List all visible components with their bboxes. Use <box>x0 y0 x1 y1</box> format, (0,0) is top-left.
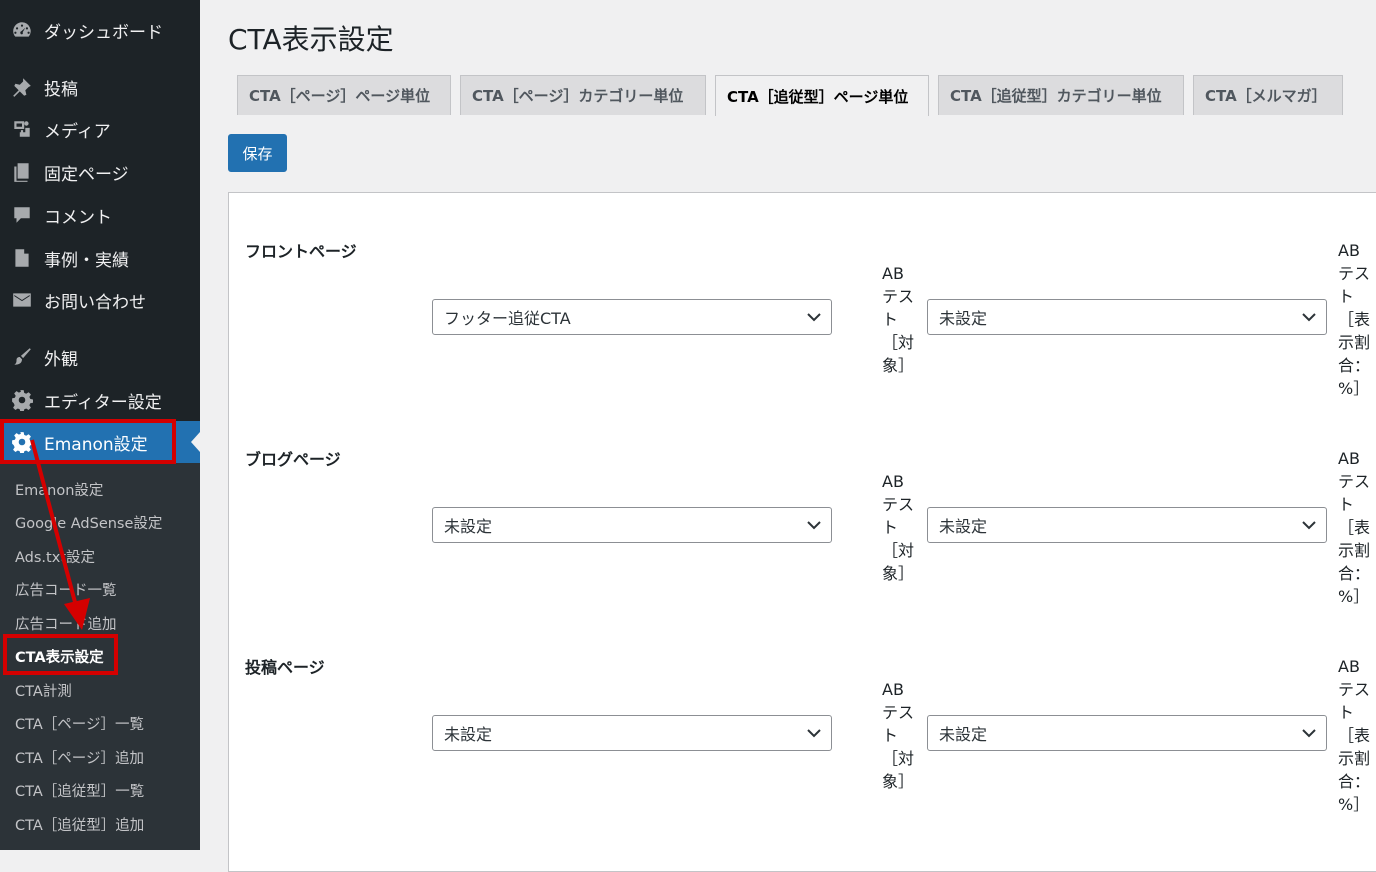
ab-ratio-label: ABテスト［表示割合：%］ <box>1338 657 1371 814</box>
ab-test-select-post-page[interactable]: 未設定 <box>927 715 1327 751</box>
menu-label: Emanon設定 <box>44 434 148 455</box>
submenu-item-cta-display[interactable]: CTA表示設定 <box>15 646 104 667</box>
ab-test-select-blog-page[interactable]: 未設定 <box>927 507 1327 543</box>
paintbrush-icon <box>10 345 34 369</box>
select-value: フッター追従CTA <box>444 309 571 328</box>
select-value: 未設定 <box>444 725 493 744</box>
menu-item-editor-settings[interactable]: エディター設定 <box>0 380 200 420</box>
menu-item-works[interactable]: 事例・実績 <box>0 238 200 278</box>
submenu-item-ad-code-list[interactable]: 広告コード一覧 <box>15 579 117 600</box>
submenu-item-emanon-settings[interactable]: Emanon設定 <box>15 479 103 500</box>
ab-target-label: ABテスト［対象］ <box>882 680 915 791</box>
ab-target-label: ABテスト［対象］ <box>882 264 915 375</box>
menu-item-media[interactable]: メディア <box>0 109 200 149</box>
chevron-down-icon <box>807 729 821 738</box>
chevron-down-icon <box>807 313 821 322</box>
menu-item-pages[interactable]: 固定ページ <box>0 152 200 192</box>
gear-icon <box>10 430 34 454</box>
tab-cta-newsletter[interactable]: CTA［メルマガ］ <box>1193 75 1343 115</box>
select-value: 未設定 <box>939 309 988 328</box>
menu-label: エディター設定 <box>44 392 162 413</box>
menu-label: 投稿 <box>44 79 78 100</box>
chevron-down-icon <box>1302 313 1316 322</box>
menu-item-contact[interactable]: お問い合わせ <box>0 280 200 320</box>
select-value: 未設定 <box>444 517 493 536</box>
menu-label: お問い合わせ <box>44 292 146 313</box>
submenu-item-cta-measure[interactable]: CTA計測 <box>15 680 72 701</box>
menu-label: コメント <box>44 207 112 228</box>
select-value: 未設定 <box>939 517 988 536</box>
cta-target-select-blog-page[interactable]: 未設定 <box>432 507 832 543</box>
submenu-item-adstxt[interactable]: Ads.txt設定 <box>15 546 95 567</box>
tab-cta-page-by-page[interactable]: CTA［ページ］ページ単位 <box>237 75 451 115</box>
row-label-blog-page: ブログページ <box>245 450 341 469</box>
pushpin-icon <box>10 75 34 99</box>
chevron-down-icon <box>1302 521 1316 530</box>
gear-icon <box>10 388 34 412</box>
active-indicator <box>191 432 200 452</box>
menu-label: メディア <box>44 121 111 142</box>
menu-item-appearance[interactable]: 外観 <box>0 337 200 377</box>
menu-label: ダッシュボード <box>44 22 163 43</box>
row-label-front-page: フロントページ <box>245 242 357 261</box>
envelope-icon <box>10 288 34 312</box>
menu-item-emanon-settings[interactable]: Emanon設定 <box>0 421 200 463</box>
ab-ratio-label: ABテスト［表示割合：%］ <box>1338 449 1371 606</box>
menu-item-dashboard[interactable]: ダッシュボード <box>0 10 200 50</box>
menu-label: 事例・実績 <box>44 250 129 271</box>
tab-cta-follow-by-page[interactable]: CTA［追従型］ページ単位 <box>715 75 929 116</box>
tab-cta-page-by-category[interactable]: CTA［ページ］カテゴリー単位 <box>460 75 706 115</box>
pages-icon <box>10 160 34 184</box>
submenu-item-ad-code-add[interactable]: 広告コード追加 <box>15 613 117 634</box>
submenu-item-cta-page-list[interactable]: CTA［ページ］一覧 <box>15 713 144 734</box>
ab-test-select-front-page[interactable]: 未設定 <box>927 299 1327 335</box>
chevron-down-icon <box>807 521 821 530</box>
save-button[interactable]: 保存 <box>228 134 287 172</box>
select-value: 未設定 <box>939 725 988 744</box>
ab-target-label: ABテスト［対象］ <box>882 472 915 583</box>
row-label-post-page: 投稿ページ <box>245 658 325 677</box>
menu-item-posts[interactable]: 投稿 <box>0 67 200 107</box>
media-icon <box>10 117 34 141</box>
submenu-item-cta-follow-list[interactable]: CTA［追従型］一覧 <box>15 780 144 801</box>
emanon-submenu: Emanon設定 Google AdSense設定 Ads.txt設定 広告コー… <box>0 463 200 850</box>
cta-target-select-front-page[interactable]: フッター追従CTA <box>432 299 832 335</box>
menu-item-comments[interactable]: コメント <box>0 195 200 235</box>
document-icon <box>10 246 34 270</box>
cta-target-select-post-page[interactable]: 未設定 <box>432 715 832 751</box>
page-title: CTA表示設定 <box>228 23 394 56</box>
dashboard-icon <box>10 18 34 42</box>
chevron-down-icon <box>1302 729 1316 738</box>
ab-ratio-label: ABテスト［表示割合：%］ <box>1338 241 1371 398</box>
submenu-item-cta-follow-add[interactable]: CTA［追従型］追加 <box>15 814 144 835</box>
submenu-item-cta-page-add[interactable]: CTA［ページ］追加 <box>15 747 144 768</box>
admin-sidebar: ダッシュボード 投稿 メディア 固定ページ コメント 事例・実績 お問い合わせ … <box>0 0 200 850</box>
menu-label: 外観 <box>44 349 78 370</box>
comment-icon <box>10 203 34 227</box>
tab-cta-follow-by-category[interactable]: CTA［追従型］カテゴリー単位 <box>938 75 1184 115</box>
menu-label: 固定ページ <box>44 164 129 185</box>
submenu-item-adsense[interactable]: Google AdSense設定 <box>15 512 162 533</box>
